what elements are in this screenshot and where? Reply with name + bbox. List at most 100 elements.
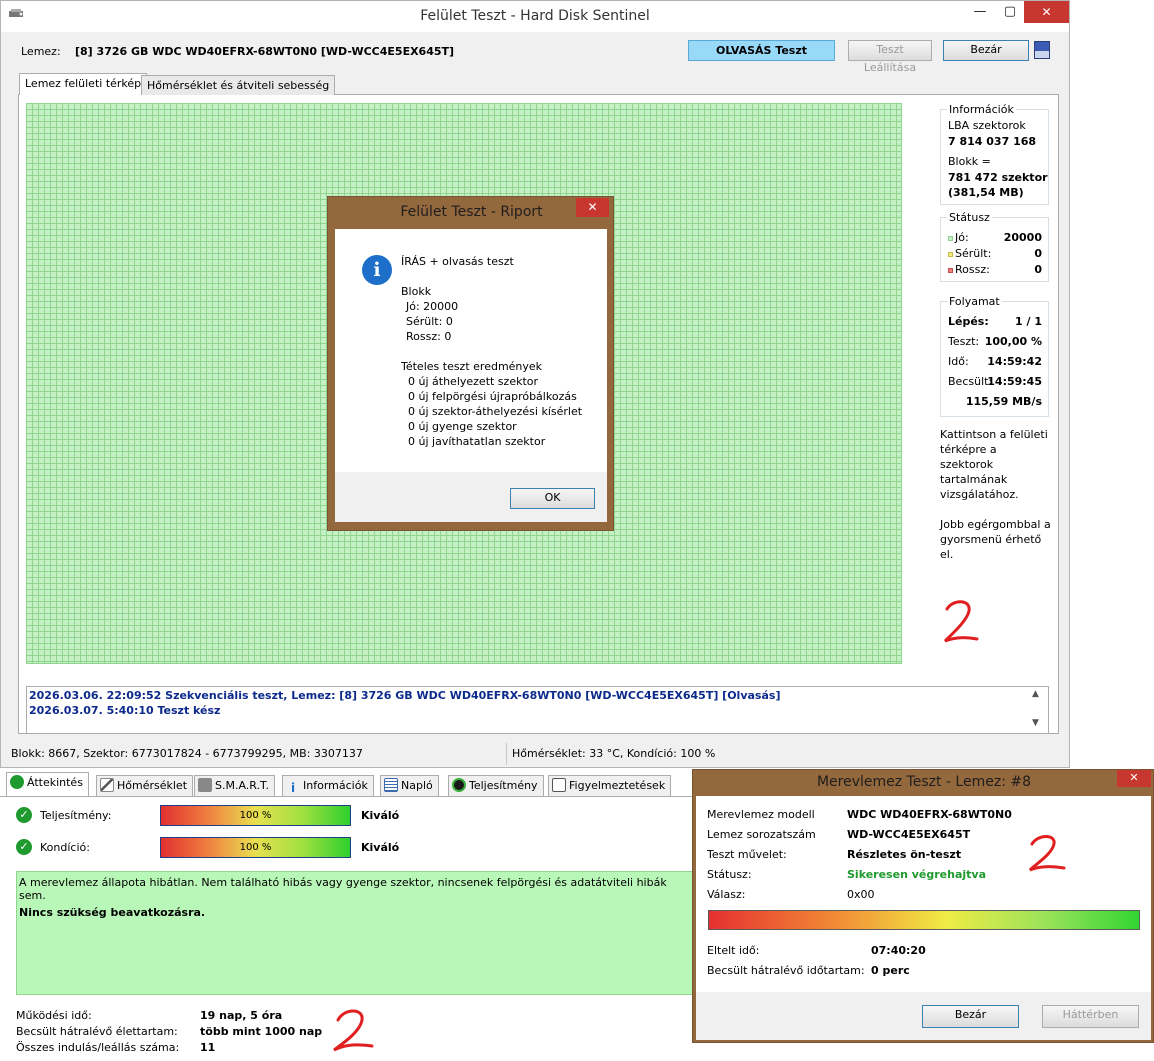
tab-smart[interactable]: S.M.A.R.T. <box>194 775 275 796</box>
tab-label: Hőmérséklet <box>117 779 188 792</box>
hdd-dialog-body: Merevlemez modell WDC WD40EFRX-68WT0N0 L… <box>696 796 1151 992</box>
tab-temperature-speed[interactable]: Hőmérséklet és átviteli sebesség <box>141 75 336 95</box>
hdd-close-x-button[interactable]: ✕ <box>1117 770 1151 787</box>
test-label: Teszt: <box>948 335 980 348</box>
progress-group-title: Folyamat <box>947 295 1002 308</box>
report-result-item: 0 új javíthatatlan szektor <box>408 435 546 448</box>
disk-label: Lemez: <box>21 45 61 58</box>
hint-click-map: Kattintson a felületi térképre a szektor… <box>940 428 1048 501</box>
report-good: Jó: 20000 <box>406 300 459 313</box>
status-group-title: Státusz <box>947 211 992 224</box>
response-value: 0x00 <box>847 888 875 901</box>
tab-alerts[interactable]: Figyelmeztetések <box>548 775 672 796</box>
document-icon <box>552 778 566 792</box>
status-good-row: Jó: 20000 <box>948 231 1042 246</box>
good-swatch <box>948 235 953 241</box>
stop-test-button[interactable]: Teszt Leállítása <box>848 40 932 74</box>
block-value: 781 472 szektor <box>948 171 1048 184</box>
health-text: A merevlemez állapota hibátlan. Nem talá… <box>19 876 667 902</box>
tab-label: Áttekintés <box>27 776 83 789</box>
report-result-item: 0 új felpörgési újrapróbálkozás <box>408 390 577 403</box>
damaged-value: 0 <box>1034 247 1042 260</box>
report-block-title: Blokk <box>401 285 432 298</box>
status-group: Státusz Jó: 20000 Sérült: 0 Rossz: 0 <box>940 211 1049 282</box>
title-bar[interactable]: Felület Teszt - Hard Disk Sentinel — ▢ ✕ <box>1 1 1069 32</box>
report-result-item: 0 új áthelyezett szektor <box>408 375 539 388</box>
model-value: WDC WD40EFRX-68WT0N0 <box>847 808 1012 821</box>
uptime-label: Működési idő: <box>16 1009 92 1022</box>
hdd-close-button[interactable]: Bezár <box>922 1005 1019 1028</box>
estimated-row: Becsült: 14:59:45 <box>948 375 1042 390</box>
lba-label: LBA szektorok <box>948 119 1026 132</box>
response-label: Válasz: <box>707 888 746 901</box>
action-text: Nincs szükség beavatkozásra. <box>19 906 206 919</box>
tab-log[interactable]: Napló <box>380 775 439 796</box>
test-row: Teszt: 100,00 % <box>948 335 1042 350</box>
operation-value: Részletes ön-teszt <box>847 848 962 861</box>
tab-performance[interactable]: Teljesítmény <box>448 775 544 796</box>
scroll-up-arrow-icon[interactable]: ▲ <box>1032 689 1046 699</box>
gauge-icon <box>452 778 466 792</box>
status-bad-row: Rossz: 0 <box>948 263 1042 278</box>
log-box[interactable]: 2026.03.06. 22:09:52 Szekvenciális teszt… <box>26 686 1049 734</box>
time-label: Idő: <box>948 355 969 368</box>
tab-temperature[interactable]: Hőmérséklet <box>96 775 194 796</box>
status-bar-block-info: Blokk: 8667, Szektor: 6773017824 - 67737… <box>11 747 363 760</box>
good-label: Jó: <box>955 231 969 244</box>
report-damaged: Sérült: 0 <box>406 315 453 328</box>
good-value: 20000 <box>1003 231 1042 244</box>
log-icon <box>384 778 398 792</box>
status-value: Sikeresen végrehajtva <box>847 868 986 881</box>
hint-text: Kattintson a felületi térképre a szektor… <box>940 427 1052 562</box>
check-icon <box>10 775 24 789</box>
damaged-swatch <box>948 251 953 257</box>
report-heading: ÍRÁS + olvasás teszt <box>401 255 514 268</box>
report-dialog: Felület Teszt - Riport ✕ i ÍRÁS + olvasá… <box>327 196 614 531</box>
bad-swatch <box>948 267 953 273</box>
test-value: 100,00 % <box>984 335 1042 348</box>
block-label: Blokk = <box>948 155 991 168</box>
report-result-item: 0 új gyenge szektor <box>408 420 517 433</box>
step-value: 1 / 1 <box>1015 315 1042 328</box>
health-summary-box: A merevlemez állapota hibátlan. Nem talá… <box>16 871 700 995</box>
condition-percent: 100 % <box>239 842 272 853</box>
minimize-button[interactable]: — <box>963 1 997 25</box>
run-in-background-button[interactable]: Háttérben <box>1042 1005 1139 1028</box>
remaining-time-label: Becsült hátralévő időtartam: <box>707 964 865 977</box>
performance-label: Teljesítmény: <box>40 809 112 822</box>
info-icon: i <box>290 781 296 795</box>
log-line: 2026.03.06. 22:09:52 Szekvenciális teszt… <box>29 689 781 702</box>
time-row: Idő: 14:59:42 <box>948 355 1042 370</box>
scroll-down-arrow-icon[interactable]: ▼ <box>1032 718 1046 728</box>
remaining-life-label: Becsült hátralévő élettartam: <box>16 1025 178 1038</box>
thermometer-icon <box>100 778 114 792</box>
speed-row: 115,59 MB/s <box>948 395 1042 410</box>
tab-information[interactable]: i Információk <box>282 775 374 796</box>
save-icon[interactable] <box>1034 41 1050 59</box>
annotation-mark <box>1028 835 1066 872</box>
read-test-button[interactable]: OLVASÁS Teszt <box>688 40 835 61</box>
hdd-dialog-footer: Bezár Háttérben <box>696 992 1151 1040</box>
hdd-test-dialog: Merevlemez Teszt - Lemez: #8 ✕ Merevleme… <box>692 769 1154 1043</box>
performance-rating: Kiváló <box>361 809 400 822</box>
tab-surface-map[interactable]: Lemez felületi térkép <box>19 73 148 95</box>
elapsed-label: Eltelt idő: <box>707 944 760 957</box>
tab-label: Teljesítmény <box>469 779 538 792</box>
report-close-button[interactable]: ✕ <box>576 198 609 217</box>
ok-button[interactable]: OK <box>510 488 595 509</box>
status-bar-divider <box>506 743 507 765</box>
tools-icon <box>198 778 212 792</box>
lba-value: 7 814 037 168 <box>948 135 1037 148</box>
close-button[interactable]: Bezár <box>943 40 1029 61</box>
condition-check-icon: ✓ <box>16 839 32 855</box>
progress-group: Folyamat Lépés: 1 / 1 Teszt: 100,00 % Id… <box>940 295 1049 417</box>
tab-overview[interactable]: Áttekintés <box>6 772 89 796</box>
remaining-life-value: több mint 1000 nap <box>200 1025 323 1038</box>
model-label: Merevlemez modell <box>707 808 815 821</box>
window-close-button[interactable]: ✕ <box>1024 1 1069 23</box>
step-row: Lépés: 1 / 1 <box>948 315 1042 330</box>
start-stop-label: Összes indulás/leállás száma: <box>16 1041 180 1054</box>
status-bar-temperature: Hőmérséklet: 33 °C, Kondíció: 100 % <box>512 747 716 760</box>
annotation-mark <box>333 1009 374 1052</box>
maximize-button[interactable]: ▢ <box>993 1 1027 25</box>
